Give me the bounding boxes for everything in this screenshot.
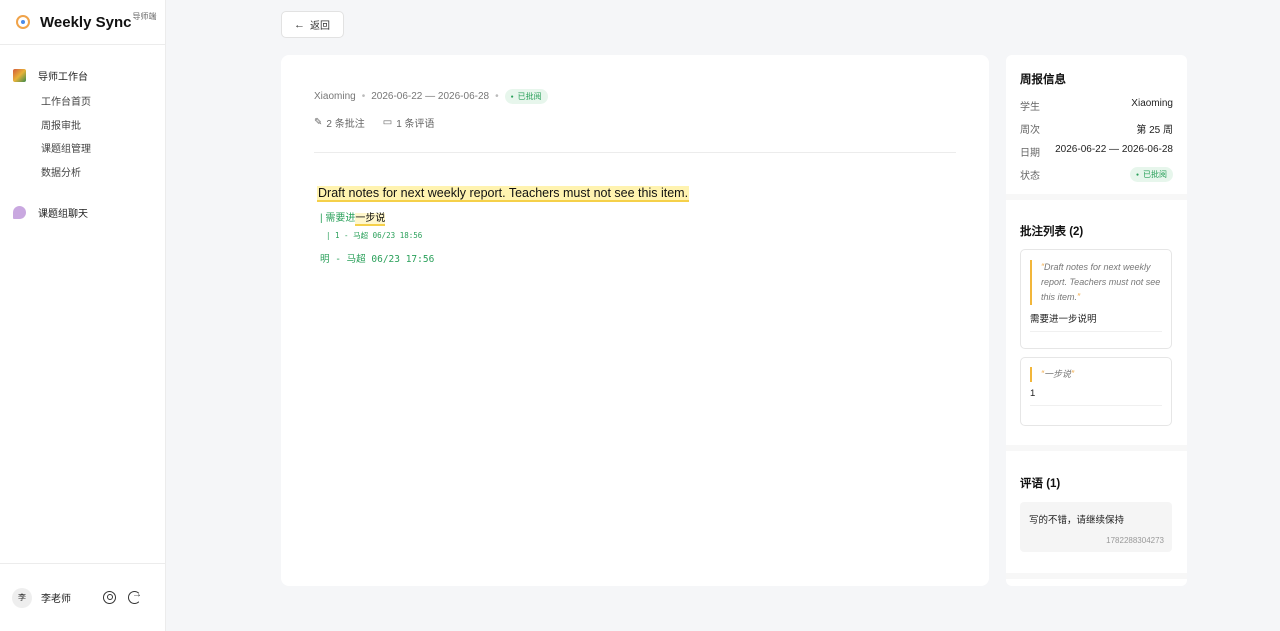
report-counts: ✎ 2 条批注 ▭ 1 条评语 bbox=[314, 115, 435, 130]
section-divider bbox=[1006, 445, 1187, 451]
user-name: 李老师 bbox=[41, 594, 71, 605]
info-status-badge: 已批阅 bbox=[1129, 167, 1173, 182]
nav-group-chat-label: 课题组聊天 bbox=[38, 208, 88, 220]
info-row-date: 日期 2026-06-22 — 2026-06-28 bbox=[1020, 144, 1173, 159]
info-row-week: 周次 第 25 周 bbox=[1020, 121, 1173, 136]
info-week-label: 周次 bbox=[1020, 125, 1040, 136]
remarks-title: 评语 (1) bbox=[1020, 478, 1061, 490]
profile-icon[interactable] bbox=[103, 591, 116, 604]
app-logo-icon bbox=[16, 15, 30, 29]
status-badge: 已批阅 bbox=[504, 89, 548, 104]
report-student: Xiaoming bbox=[314, 91, 356, 102]
info-status-label: 状态 bbox=[1020, 171, 1040, 182]
divider bbox=[1030, 405, 1162, 406]
comments-count: 1 条评语 bbox=[396, 119, 435, 130]
annotations-title: 批注列表 (2) bbox=[1020, 226, 1084, 238]
chat-bubble-icon bbox=[13, 205, 26, 219]
annotation-quote: “Draft notes for next weekly report. Tea… bbox=[1030, 260, 1171, 305]
highlighted-text[interactable]: Draft notes for next weekly report. Teac… bbox=[317, 186, 690, 202]
separator-dot: • bbox=[495, 91, 499, 102]
sidebar-item-analytics[interactable]: 数据分析 bbox=[0, 162, 165, 186]
section-divider bbox=[1006, 573, 1187, 579]
report-date-range: 2026-06-22 — 2026-06-28 bbox=[371, 91, 490, 102]
separator-dot: • bbox=[361, 91, 366, 102]
nav-group-workbench-label: 导师工作台 bbox=[38, 71, 88, 83]
nav-items: 工作台首页 周报审批 课题组管理 数据分析 bbox=[0, 91, 165, 185]
inline-comment: | 需要进一步说 bbox=[320, 209, 386, 226]
remark-timestamp: 1782288304273 bbox=[1106, 536, 1164, 545]
right-panel: 周报信息 学生 Xiaoming 周次 第 25 周 日期 2026-06-22… bbox=[1006, 55, 1187, 586]
info-student-label: 学生 bbox=[1020, 102, 1040, 113]
report-card: Xiaoming • 2026-06-22 — 2026-06-28 • 已批阅… bbox=[281, 55, 989, 586]
nav-group-chat[interactable]: 课题组聊天 bbox=[0, 204, 165, 220]
divider bbox=[1030, 331, 1162, 332]
back-button-label: 返回 bbox=[310, 21, 330, 32]
remark-item: 写的不错，请继续保持 1782288304273 bbox=[1020, 502, 1172, 552]
nav-group-workbench[interactable]: 导师工作台 bbox=[0, 67, 165, 83]
comment-icon: ▭ bbox=[382, 117, 393, 128]
logout-icon[interactable] bbox=[128, 589, 142, 604]
back-button[interactable]: ← 返回 bbox=[281, 11, 344, 38]
annotation-text: 1 bbox=[1030, 388, 1036, 399]
avatar: 李 bbox=[12, 587, 32, 608]
app-role-tag: 导师端 bbox=[132, 11, 157, 21]
info-student-value: Xiaoming bbox=[1131, 98, 1173, 109]
info-date-label: 日期 bbox=[1020, 148, 1040, 159]
annotation-quote: “一步说” bbox=[1030, 367, 1171, 382]
workbench-icon bbox=[13, 68, 26, 82]
inline-tail: 明 - 马超 06/23 17:56 bbox=[320, 254, 435, 265]
divider bbox=[314, 152, 956, 153]
annotation-quote-text: Draft notes for next weekly report. Teac… bbox=[1041, 262, 1161, 302]
arrow-left-icon: ← bbox=[294, 18, 305, 31]
annotation-card[interactable]: “Draft notes for next weekly report. Tea… bbox=[1020, 249, 1172, 349]
info-row-status: 状态 已批阅 bbox=[1020, 167, 1173, 182]
sidebar-item-home[interactable]: 工作台首页 bbox=[0, 91, 165, 115]
report-content[interactable]: Draft notes for next weekly report. Teac… bbox=[317, 186, 690, 202]
section-divider bbox=[1006, 194, 1187, 200]
info-title: 周报信息 bbox=[1020, 74, 1066, 86]
app-title: Weekly Sync bbox=[40, 13, 132, 31]
info-week-value: 第 25 周 bbox=[1136, 125, 1173, 136]
sidebar-item-approval[interactable]: 周报审批 bbox=[0, 115, 165, 139]
remark-text: 写的不错，请继续保持 bbox=[1029, 515, 1125, 526]
inline-comment-prefix: | 需要进 bbox=[320, 213, 356, 224]
report-meta: Xiaoming • 2026-06-22 — 2026-06-28 • 已批阅 bbox=[314, 89, 548, 104]
annotations-count: 2 条批注 bbox=[326, 119, 365, 130]
sidebar-item-group-management[interactable]: 课题组管理 bbox=[0, 138, 165, 162]
inline-reply: | 1 - 马超 06/23 18:56 bbox=[326, 231, 423, 240]
info-date-value: 2026-06-22 — 2026-06-28 bbox=[1055, 144, 1173, 155]
annotation-quote-text: 一步说 bbox=[1044, 369, 1072, 379]
brand[interactable]: Weekly Sync 导师端 bbox=[0, 0, 165, 45]
sidebar-footer: 李 李老师 bbox=[0, 563, 166, 631]
sidebar: Weekly Sync 导师端 导师工作台 工作台首页 周报审批 课题组管理 数… bbox=[0, 0, 166, 631]
annotation-card[interactable]: “一步说” 1 bbox=[1020, 357, 1172, 426]
inline-comment-selection[interactable]: 一步说 bbox=[355, 213, 386, 226]
annotation-text: 需要进一步说明 bbox=[1030, 314, 1097, 325]
info-row-student: 学生 Xiaoming bbox=[1020, 98, 1173, 113]
pencil-icon: ✎ bbox=[314, 117, 323, 128]
